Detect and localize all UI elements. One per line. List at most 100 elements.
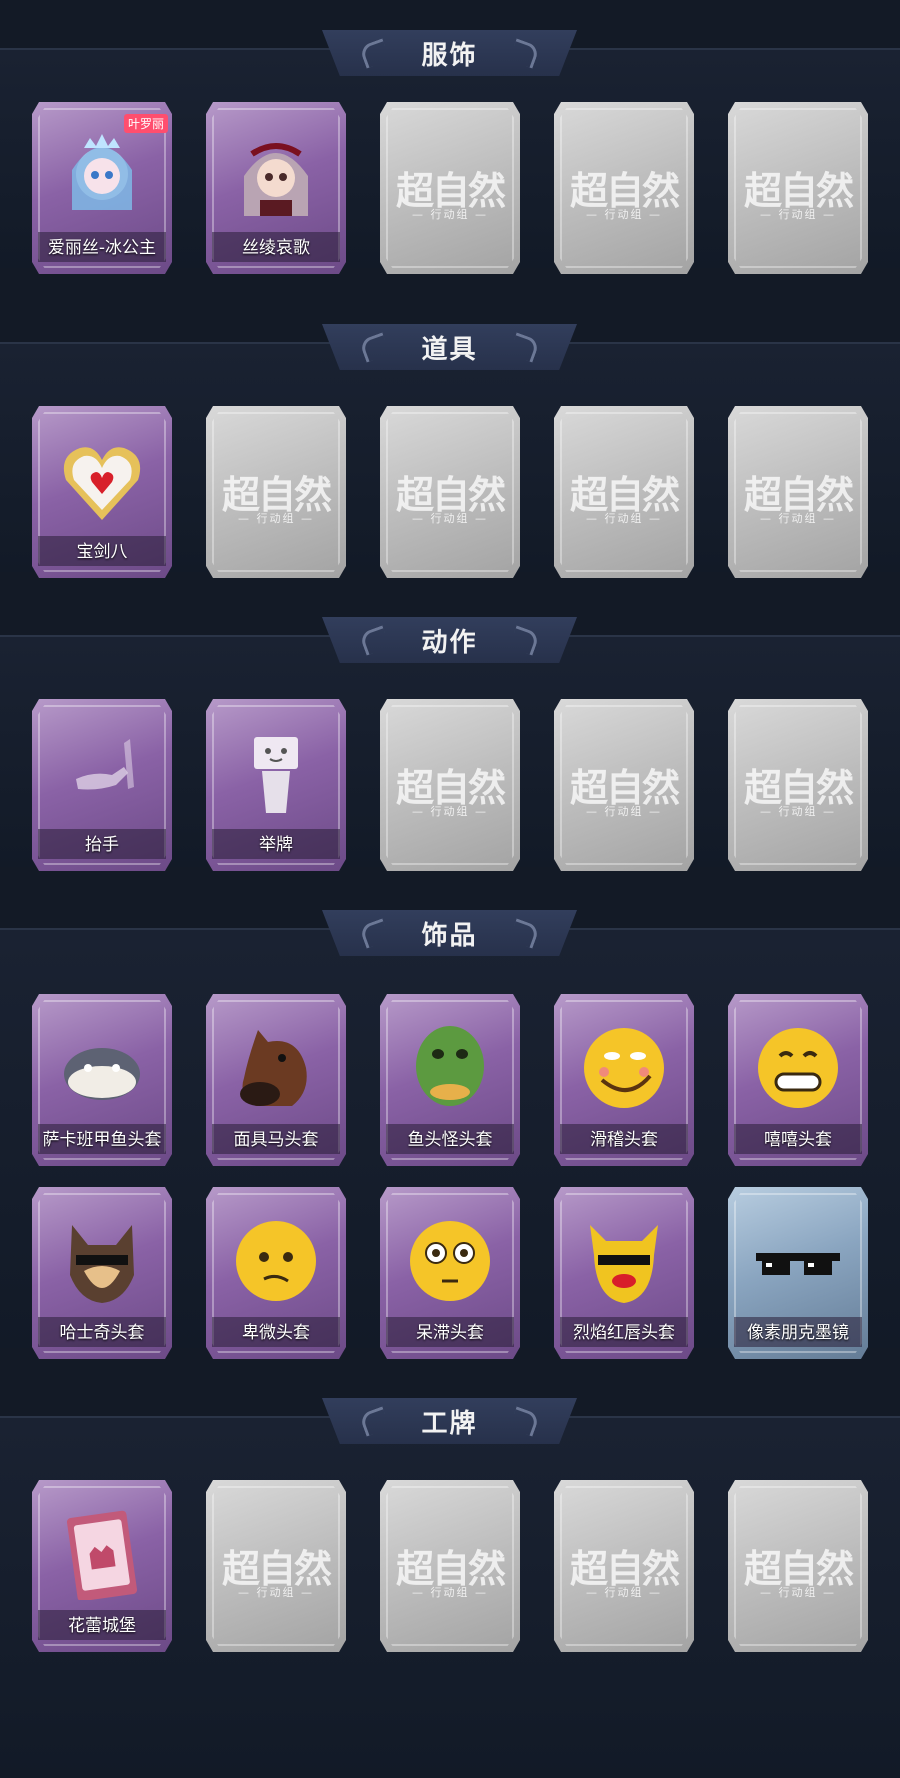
section-header: 饰品 — [322, 910, 577, 956]
watermark-subtitle: — 行动组 — — [760, 512, 836, 525]
swirl-icon — [508, 38, 541, 69]
swirl-icon — [358, 38, 391, 69]
empty-item-slot[interactable]: 超自然 — 行动组 — — [380, 406, 520, 578]
item-label: 宝剑八 — [76, 542, 128, 562]
item-label: 鱼头怪头套 — [407, 1130, 493, 1150]
watermark-subtitle: — 行动组 — — [760, 208, 836, 221]
item-label: 花蕾城堡 — [68, 1616, 136, 1636]
section-title: 工牌 — [421, 1408, 478, 1439]
fish-head-icon — [52, 1020, 152, 1116]
swirl-icon — [358, 1406, 391, 1437]
watermark-subtitle: — 行动组 — — [760, 805, 836, 818]
item-card[interactable]: 滑稽头套 — [554, 994, 694, 1166]
item-card[interactable]: 宝剑八 — [32, 406, 172, 578]
empty-item-slot[interactable]: 超自然 — 行动组 — — [380, 699, 520, 871]
section-props: 道具 宝剑八 超自然 — 行动组 — 超自然 — 行动组 — 超自然 — 行动组… — [0, 324, 900, 578]
empty-item-slot[interactable]: 超自然 — 行动组 — — [554, 1480, 694, 1652]
watermark-subtitle: — 行动组 — — [412, 512, 488, 525]
item-card[interactable]: 烈焰红唇头套 — [554, 1187, 694, 1359]
funny-face-icon — [574, 1020, 674, 1116]
swirl-icon — [508, 625, 541, 656]
raised-hand-icon — [52, 725, 152, 821]
item-card[interactable]: 呆滞头套 — [380, 1187, 520, 1359]
item-card[interactable]: 卑微头套 — [206, 1187, 346, 1359]
section-costume: 服饰 叶罗丽 爱丽丝-冰公主 丝绫哀歌 超自然 — 行动组 — 超自然 — 行动… — [0, 30, 900, 274]
empty-item-slot[interactable]: 超自然 — 行动组 — — [728, 1480, 868, 1652]
yellow-mask-red-lips-icon — [574, 1213, 674, 1309]
section-header: 道具 — [322, 324, 577, 370]
watermark-subtitle: — 行动组 — — [412, 805, 488, 818]
swirl-icon — [358, 625, 391, 656]
watermark-subtitle: — 行动组 — — [586, 208, 662, 221]
item-card[interactable]: 像素朋克墨镜 — [728, 1187, 868, 1359]
section-title: 道具 — [421, 334, 478, 365]
page: 服饰 叶罗丽 爱丽丝-冰公主 丝绫哀歌 超自然 — 行动组 — 超自然 — 行动… — [0, 0, 900, 1778]
item-card[interactable]: 抬手 — [32, 699, 172, 871]
item-card[interactable]: 面具马头套 — [206, 994, 346, 1166]
item-label: 卑微头套 — [242, 1323, 310, 1343]
section-title: 动作 — [421, 627, 478, 658]
hold-sign-icon — [226, 725, 326, 821]
empty-item-slot[interactable]: 超自然 — 行动组 — — [554, 699, 694, 871]
swirl-icon — [358, 918, 391, 949]
item-label: 丝绫哀歌 — [242, 238, 310, 258]
item-card[interactable]: 花蕾城堡 — [32, 1480, 172, 1652]
item-label: 举牌 — [259, 835, 293, 855]
section-header: 服饰 — [322, 30, 577, 76]
item-card[interactable]: 丝绫哀歌 — [206, 102, 346, 274]
item-label: 萨卡班甲鱼头套 — [42, 1130, 162, 1150]
item-label: 滑稽头套 — [590, 1130, 658, 1150]
item-label: 哈士奇头套 — [59, 1323, 145, 1343]
empty-item-slot[interactable]: 超自然 — 行动组 — — [728, 699, 868, 871]
grin-face-icon — [748, 1020, 848, 1116]
heart-locket-icon — [52, 432, 152, 528]
section-title: 服饰 — [421, 40, 478, 71]
item-label: 嘻嘻头套 — [764, 1130, 832, 1150]
horse-head-icon — [226, 1020, 326, 1116]
watermark-subtitle: — 行动组 — — [412, 208, 488, 221]
empty-item-slot[interactable]: 超自然 — 行动组 — — [206, 406, 346, 578]
section-title: 饰品 — [421, 920, 478, 951]
empty-item-slot[interactable]: 超自然 — 行动组 — — [380, 1480, 520, 1652]
item-card[interactable]: 举牌 — [206, 699, 346, 871]
item-label: 像素朋克墨镜 — [747, 1323, 849, 1343]
blank-stare-face-icon — [400, 1213, 500, 1309]
item-card[interactable]: 鱼头怪头套 — [380, 994, 520, 1166]
collab-badge: 叶罗丽 — [123, 114, 168, 133]
castle-card-icon — [52, 1506, 152, 1602]
watermark-subtitle: — 行动组 — — [760, 1586, 836, 1599]
section-badge: 工牌 花蕾城堡 超自然 — 行动组 — 超自然 — 行动组 — 超自然 — 行动… — [0, 1398, 900, 1778]
watermark-subtitle: — 行动组 — — [586, 805, 662, 818]
princess-avatar-icon — [52, 128, 152, 224]
item-label: 面具马头套 — [233, 1130, 319, 1150]
section-header: 工牌 — [322, 1398, 577, 1444]
empty-item-slot[interactable]: 超自然 — 行动组 — — [728, 406, 868, 578]
empty-item-slot[interactable]: 超自然 — 行动组 — — [554, 406, 694, 578]
item-label: 抬手 — [85, 835, 119, 855]
husky-head-icon — [52, 1213, 152, 1309]
swirl-icon — [508, 918, 541, 949]
watermark-subtitle: — 行动组 — — [586, 512, 662, 525]
swirl-icon — [508, 332, 541, 363]
empty-item-slot[interactable]: 超自然 — 行动组 — — [380, 102, 520, 274]
empty-item-slot[interactable]: 超自然 — 行动组 — — [728, 102, 868, 274]
swirl-icon — [358, 332, 391, 363]
pixel-sunglasses-icon — [748, 1213, 848, 1309]
item-card[interactable]: 嘻嘻头套 — [728, 994, 868, 1166]
item-card[interactable]: 萨卡班甲鱼头套 — [32, 994, 172, 1166]
section-header: 动作 — [322, 617, 577, 663]
item-card[interactable]: 叶罗丽 爱丽丝-冰公主 — [32, 102, 172, 274]
empty-item-slot[interactable]: 超自然 — 行动组 — — [206, 1480, 346, 1652]
humble-face-icon — [226, 1213, 326, 1309]
section-actions: 动作 抬手 举牌 超自然 — 行动组 — 超自然 — 行动组 — 超自然 — 行… — [0, 617, 900, 871]
green-fish-face-icon — [400, 1020, 500, 1116]
watermark-subtitle: — 行动组 — — [586, 1586, 662, 1599]
empty-item-slot[interactable]: 超自然 — 行动组 — — [554, 102, 694, 274]
item-label: 呆滞头套 — [416, 1323, 484, 1343]
section-accessories: 饰品 萨卡班甲鱼头套 面具马头套 鱼头怪头套 滑稽头套 嘻嘻头套 哈士奇头套 卑… — [0, 910, 900, 1359]
item-card[interactable]: 哈士奇头套 — [32, 1187, 172, 1359]
gothic-doll-avatar-icon — [226, 128, 326, 224]
item-label: 爱丽丝-冰公主 — [47, 238, 157, 258]
item-label: 烈焰红唇头套 — [573, 1323, 675, 1343]
swirl-icon — [508, 1406, 541, 1437]
